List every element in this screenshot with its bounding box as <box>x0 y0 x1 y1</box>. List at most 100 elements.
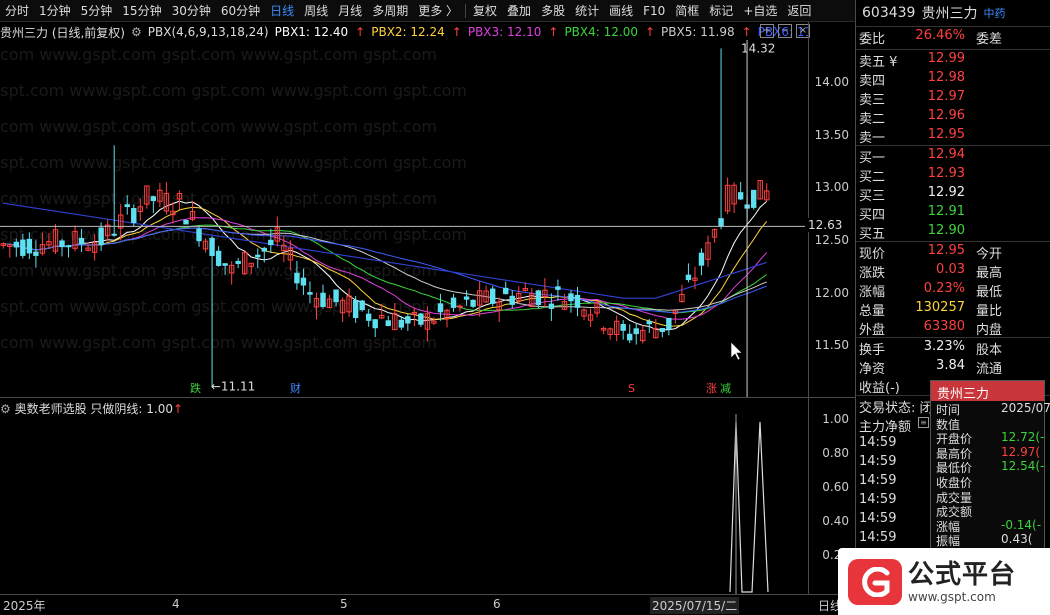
bid-row[interactable]: 买三 12.92 <box>856 184 1050 204</box>
weibi-label: 委比 <box>859 32 886 47</box>
candle-body <box>503 287 509 295</box>
stat-label: 换手 <box>859 343 886 358</box>
ask-row[interactable]: 卖三 12.97 <box>856 88 1050 108</box>
ask-row[interactable]: 卖一 12.95 <box>856 126 1050 146</box>
popup-row: 成交额 <box>931 503 1044 519</box>
period-tab-6[interactable]: 日线 <box>265 2 299 19</box>
event-tag-1[interactable]: 财 <box>290 381 301 395</box>
period-tab-3[interactable]: 15分钟 <box>117 2 166 19</box>
tool-button-6[interactable]: 简框 <box>670 2 704 19</box>
tool-button-0[interactable]: 复权 <box>468 2 502 19</box>
event-tag-2[interactable]: S <box>628 382 635 395</box>
stat-label: 现价 <box>859 247 886 262</box>
candle-body <box>555 286 561 290</box>
candle-body <box>26 238 33 254</box>
sub-tick-3: 0.40 <box>822 514 849 528</box>
candlestick-chart[interactable]: gspt.com www.gspt.com gspt.com www.gspt.… <box>0 40 808 398</box>
period-tab-10[interactable]: 更多 〉 <box>413 2 463 19</box>
gspt-logo-text: 公式平台 www.gspt.com <box>908 560 1016 604</box>
period-tab-2[interactable]: 5分钟 <box>76 2 118 19</box>
event-tag-4[interactable]: 减 <box>720 382 731 395</box>
minus-icon[interactable]: − <box>778 24 792 38</box>
tool-button-2[interactable]: 多股 <box>536 2 570 19</box>
ask-label: 卖一 <box>859 131 886 146</box>
tick-time: 14:59 <box>859 530 897 545</box>
popup-title: 贵州三力 <box>931 381 1044 402</box>
tool-button-1[interactable]: 叠加 <box>502 2 536 19</box>
up-arrow-icon: ↑ <box>355 25 366 39</box>
candle-body <box>633 328 639 335</box>
watermark-text: gspt.com www.gspt.com gspt.com www.gspt.… <box>0 45 437 64</box>
candle-body <box>59 240 65 248</box>
candle-body <box>300 277 307 286</box>
ask-price: 12.99 <box>927 51 965 66</box>
popup-rows: 时间 2025/07 数值 开盘价 12.72(- 最高价 12.97(最低价 12.54(-… <box>931 401 1050 548</box>
sub-tick-2: 0.60 <box>822 480 849 494</box>
period-tab-5[interactable]: 60分钟 <box>216 2 265 19</box>
candle-body <box>548 303 555 309</box>
candle-body <box>209 237 215 257</box>
pane-divider[interactable] <box>0 397 855 398</box>
period-tab-1[interactable]: 1分钟 <box>34 2 76 19</box>
popup-value: 0.43( <box>1001 532 1033 547</box>
main-flow-label[interactable]: 主力净额 <box>859 416 911 435</box>
tool-button-4[interactable]: 画线 <box>604 2 638 19</box>
legend-items: PBX1: 12.40 ↑ PBX2: 12.24 ↑ PBX3: 12.10 ↑ PBX4… <box>275 25 808 39</box>
legend-item-3: PBX4: 12.00 <box>564 25 638 39</box>
sub-tick-0: 1.00 <box>822 412 849 426</box>
candle-body <box>268 239 274 246</box>
event-tag-3[interactable]: 涨 <box>706 382 717 395</box>
event-tag-0[interactable]: 跌 <box>190 381 201 395</box>
ask-row[interactable]: 卖四 12.98 <box>856 69 1050 89</box>
candle-body <box>307 292 313 295</box>
stat-label-2: 量比 <box>976 304 1003 319</box>
candle-body <box>463 296 470 300</box>
candle-body <box>111 233 117 236</box>
legend-close-buttons: + − × <box>760 24 810 38</box>
tool-button-3[interactable]: 统计 <box>570 2 604 19</box>
tool-button-5[interactable]: F10 <box>638 4 670 18</box>
period-tab-4[interactable]: 30分钟 <box>167 2 216 19</box>
bid-label: 买五 <box>859 227 886 242</box>
period-tab-9[interactable]: 多周期 <box>367 2 413 19</box>
candle-body <box>418 313 424 325</box>
toolbar-separator <box>465 3 467 18</box>
ask-row[interactable]: 卖二 12.96 <box>856 107 1050 127</box>
popup-value: 12.72(- <box>1001 430 1045 445</box>
stat-label-2: 流通 <box>976 362 1003 377</box>
settings-icon[interactable]: ⚙ <box>131 25 142 39</box>
period-tab-8[interactable]: 月线 <box>333 2 367 19</box>
price-tick-4: 12.00 <box>814 285 849 300</box>
tick-time: 14:59 <box>859 473 897 488</box>
list-icon[interactable]: ≡ <box>918 417 929 428</box>
weicha-label: 委差 <box>976 32 1003 47</box>
plus-icon[interactable]: + <box>760 24 774 38</box>
bid-price: 12.90 <box>927 223 965 238</box>
ask-row[interactable]: 卖五 ¥ 12.99 <box>856 50 1050 70</box>
sub-indicator-chart[interactable] <box>0 414 808 594</box>
candle-body <box>509 295 515 305</box>
bid-row[interactable]: 买五 12.90 <box>856 222 1050 242</box>
tool-button-7[interactable]: 标记 <box>704 2 738 19</box>
candle-body <box>718 218 724 227</box>
candle-body <box>666 317 672 330</box>
bid-price: 12.93 <box>927 166 965 181</box>
period-tab-7[interactable]: 周线 <box>299 2 333 19</box>
watermark-text: gspt.com www.gspt.com gspt.com www.gspt.… <box>0 153 467 172</box>
candle-body <box>359 300 365 311</box>
candle-body <box>737 192 744 200</box>
bid-row[interactable]: 买二 12.93 <box>856 165 1050 185</box>
popup-row: 时间 2025/07 <box>931 401 1050 417</box>
stat-label-2: 内盘 <box>976 323 1003 338</box>
indicator-name[interactable]: PBX(4,6,9,13,18,24) <box>148 25 269 39</box>
sector-tag[interactable]: 中药 <box>983 5 1005 21</box>
popup-value: 12.97( <box>1001 444 1041 459</box>
bid-row[interactable]: 买四 12.91 <box>856 203 1050 223</box>
legend-item-1: PBX2: 12.24 <box>371 25 445 39</box>
gspt-watermark-logo: 公式平台 www.gspt.com <box>838 548 1050 615</box>
legend-item-2: PBX3: 12.10 <box>467 25 542 39</box>
bid-row[interactable]: 买一 12.94 <box>856 146 1050 166</box>
tool-button-9[interactable]: 返回 <box>782 2 816 19</box>
tool-button-8[interactable]: +自选 <box>738 2 782 19</box>
period-tab-0[interactable]: 分时 <box>0 2 34 19</box>
